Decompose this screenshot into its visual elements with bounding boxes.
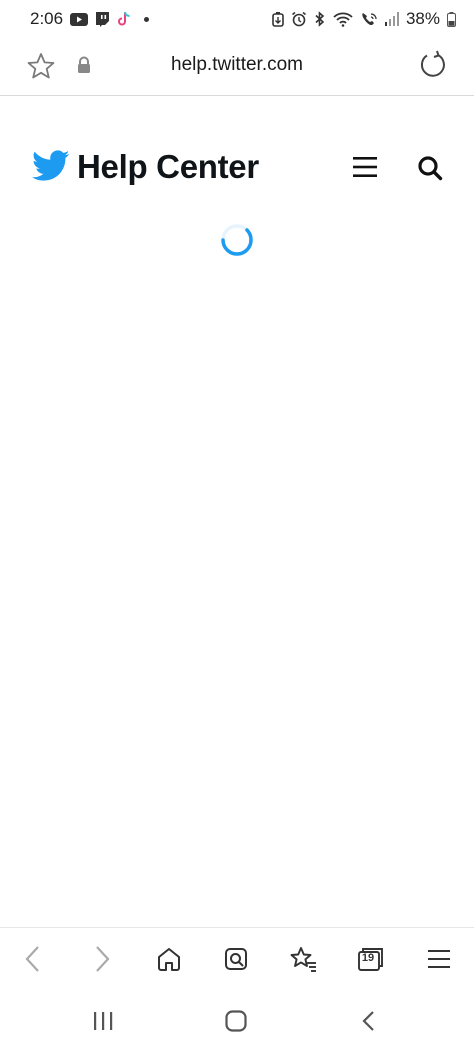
notification-dot	[144, 16, 150, 22]
bluetooth-icon	[314, 11, 326, 27]
home-button-icon[interactable]	[224, 1009, 248, 1033]
help-center-header: Help Center	[0, 140, 474, 200]
url-field[interactable]: help.twitter.com	[0, 54, 474, 76]
screen: 2:06 38% help.twitter.com Help Center 19	[0, 0, 474, 1053]
status-right: 38%	[272, 9, 456, 29]
battery-percent: 38%	[405, 9, 440, 28]
back-button-icon[interactable]	[357, 1009, 381, 1033]
youtube-icon	[70, 12, 89, 26]
bookmark-search-icon[interactable]	[221, 944, 251, 974]
signal-icon	[384, 12, 399, 26]
battery-icon	[447, 11, 456, 27]
system-nav-bar	[0, 995, 474, 1053]
wifi-calling-icon	[360, 11, 378, 27]
tabs-icon[interactable]: 19	[356, 944, 386, 974]
home-icon[interactable]	[154, 944, 184, 974]
bookmarks-icon[interactable]	[288, 944, 318, 974]
hamburger-menu-icon[interactable]	[351, 154, 379, 185]
twitch-icon	[95, 11, 110, 27]
status-time: 2:06	[30, 9, 64, 28]
page-title[interactable]: Help Center	[77, 148, 259, 186]
forward-icon[interactable]	[87, 944, 117, 974]
browser-toolbar: 19	[0, 927, 474, 989]
search-icon[interactable]	[416, 154, 444, 187]
menu-icon[interactable]	[424, 944, 454, 974]
alarm-icon	[291, 11, 307, 27]
status-left: 2:06	[30, 9, 150, 29]
status-bar: 2:06 38%	[0, 0, 474, 38]
loading-spinner-icon	[219, 222, 255, 263]
recent-apps-icon[interactable]	[91, 1009, 115, 1033]
back-icon[interactable]	[18, 944, 48, 974]
tabs-count: 19	[361, 952, 375, 964]
reload-icon[interactable]	[417, 50, 447, 85]
address-bar: help.twitter.com	[0, 38, 474, 96]
tiktok-icon	[117, 11, 131, 27]
twitter-bird-icon[interactable]	[32, 150, 70, 187]
battery-saver-icon	[272, 11, 284, 27]
wifi-icon	[333, 11, 353, 27]
